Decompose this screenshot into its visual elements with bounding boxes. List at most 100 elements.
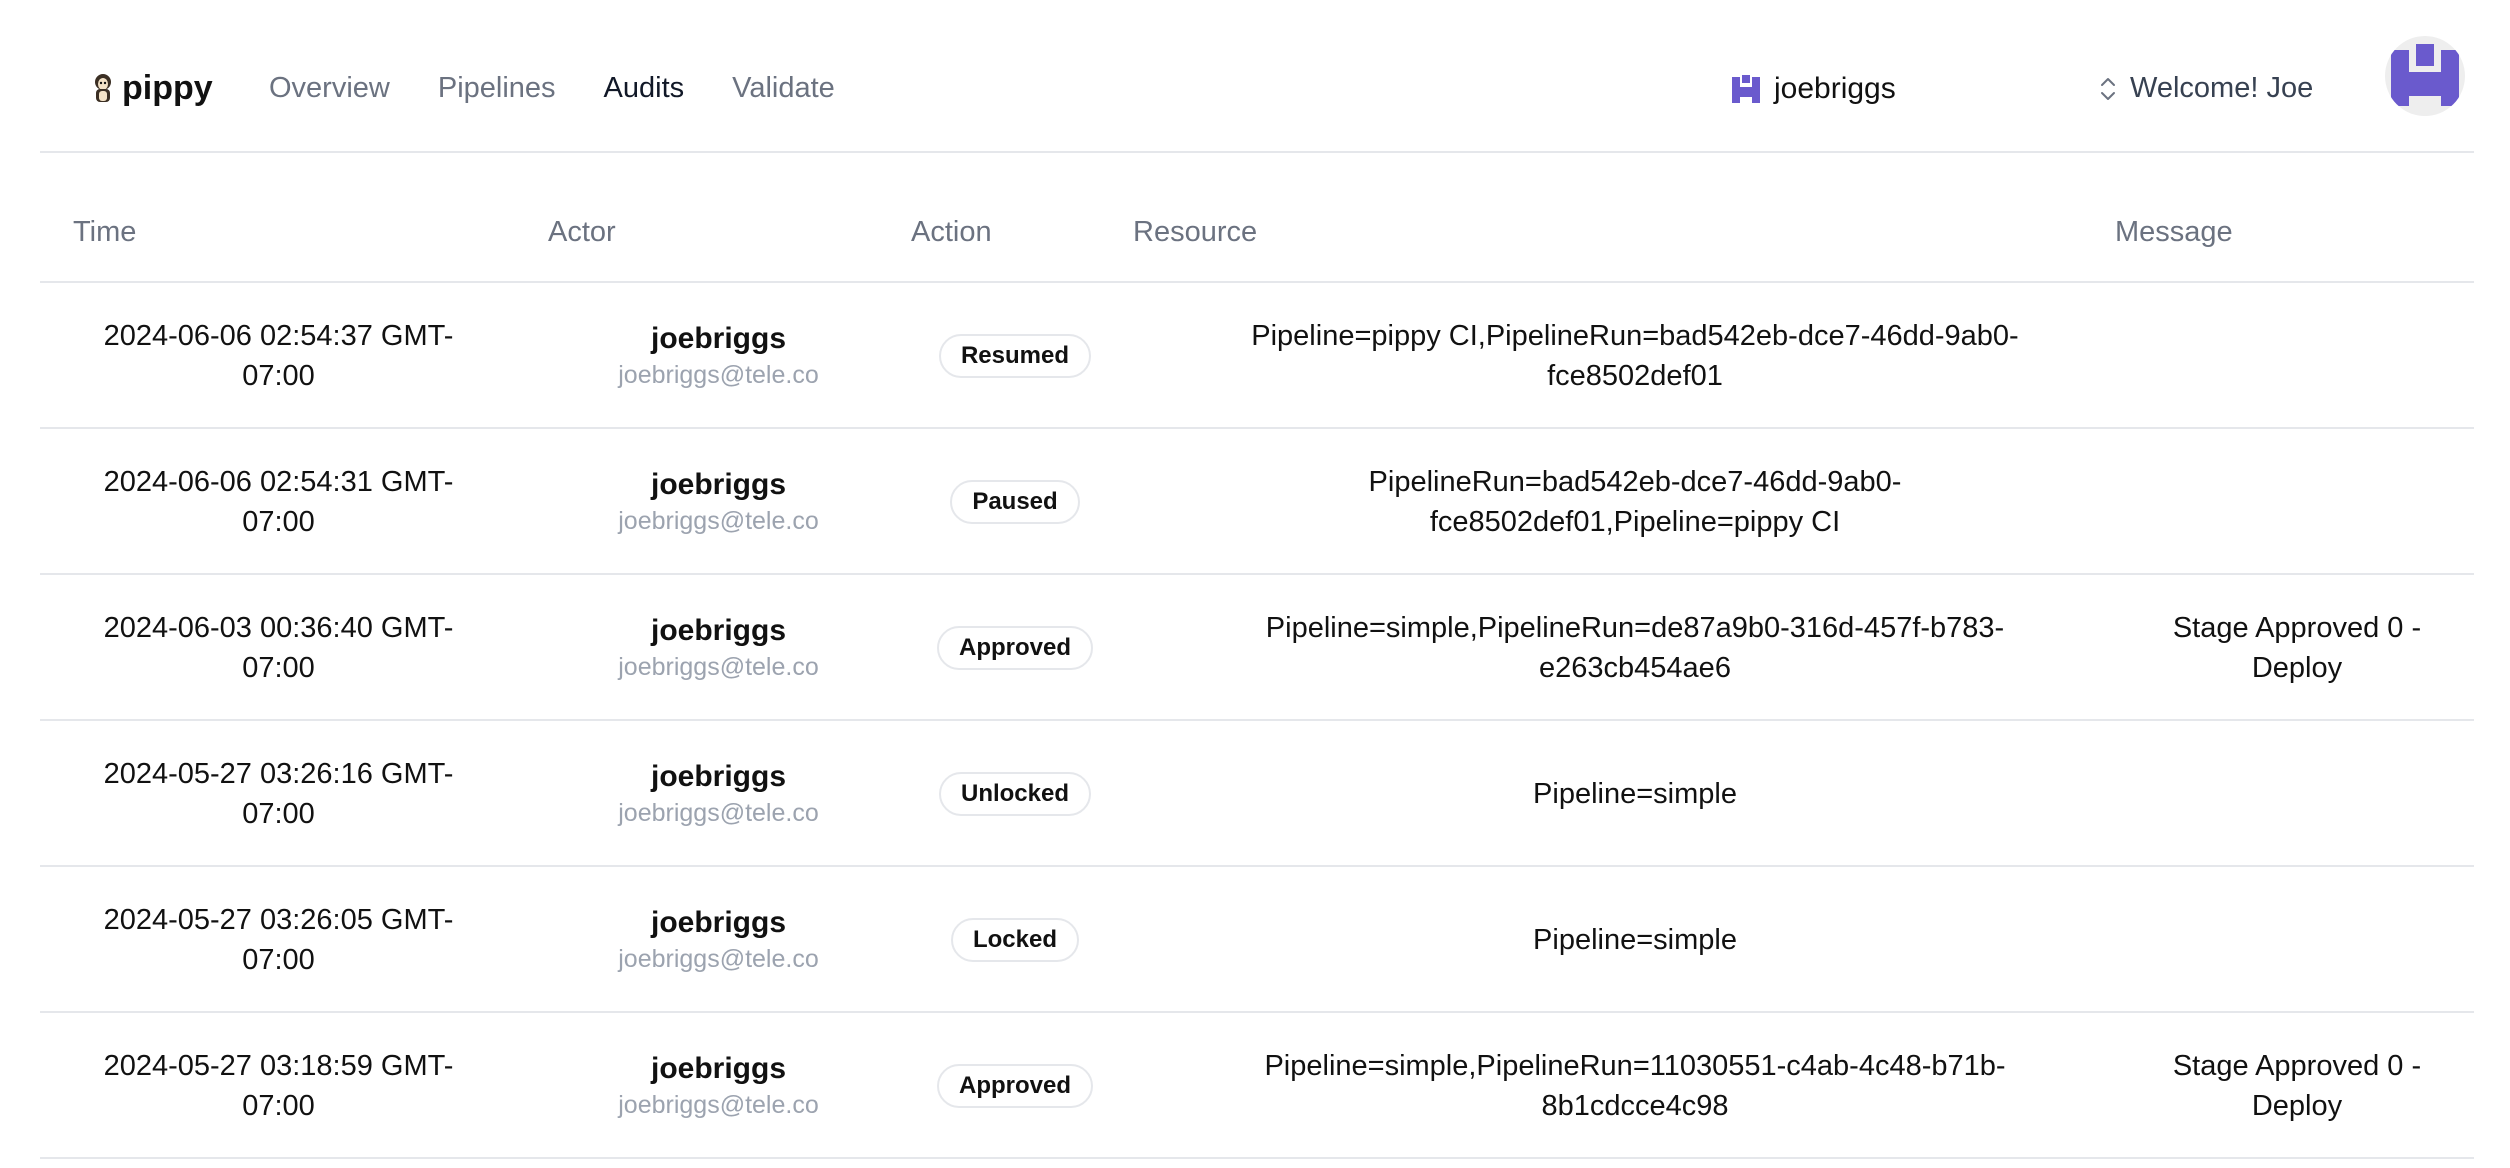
action-cell: Unlocked	[904, 721, 1126, 867]
message-line: Stage Approved 0 -	[2172, 1050, 2422, 1082]
nav-validate[interactable]: Validate	[732, 72, 835, 105]
action-badge: Unlocked	[938, 772, 1092, 816]
workspace-avatar-icon	[1732, 75, 1760, 103]
actor-email: joebriggs@tele.co	[618, 507, 819, 535]
message-line: Stage Approved 0 -	[2172, 612, 2422, 644]
time-line: 07:00	[242, 1090, 315, 1122]
time-line: 2024-05-27 03:18:59 GMT-	[103, 1050, 454, 1082]
workspace-name: joebriggs	[1774, 72, 1896, 105]
time-line: 07:00	[242, 506, 315, 538]
audits-table: Time Actor Action Resource Message 2024-…	[40, 153, 2474, 1159]
action-cell: Paused	[904, 429, 1126, 575]
time-line: 2024-06-03 00:36:40 GMT-	[103, 612, 454, 644]
resource-cell: Pipeline=simple	[1190, 721, 2080, 867]
audits-page: pippy Overview Pipelines Audits Validate…	[0, 0, 2510, 1168]
resource-line: e263cb454ae6	[1539, 652, 1731, 684]
user-avatar-icon	[2391, 44, 2459, 106]
actor-name: joebriggs	[650, 322, 786, 355]
time-line: 2024-06-06 02:54:37 GMT-	[103, 320, 454, 352]
time-line: 07:00	[242, 944, 315, 976]
table-row[interactable]: 2024-06-03 00:36:40 GMT- 07:00 joebriggs…	[40, 575, 2474, 721]
welcome-text: Welcome! Joe	[2130, 71, 2314, 104]
actor-cell: joebriggs joebriggs@tele.co	[513, 429, 924, 575]
time-line: 07:00	[242, 652, 315, 684]
nav-overview[interactable]: Overview	[269, 72, 390, 105]
header-action[interactable]: Action	[911, 216, 992, 249]
action-badge: Locked	[950, 918, 1080, 962]
chevron-up-down-icon	[2101, 78, 2115, 100]
actor-cell: joebriggs joebriggs@tele.co	[513, 575, 924, 721]
action-cell: Resumed	[904, 283, 1126, 429]
brand[interactable]: pippy	[92, 66, 213, 110]
nav-audits[interactable]: Audits	[604, 72, 685, 105]
table-row[interactable]: 2024-06-06 02:54:31 GMT- 07:00 joebriggs…	[40, 429, 2474, 575]
message-line: Deploy	[2251, 1090, 2343, 1122]
action-cell: Approved	[904, 1013, 1126, 1159]
resource-line: Pipeline=simple	[1533, 778, 1737, 810]
table-row[interactable]: 2024-06-06 02:54:37 GMT- 07:00 joebriggs…	[40, 283, 2474, 429]
header-message[interactable]: Message	[2115, 216, 2233, 249]
action-badge: Approved	[936, 1064, 1093, 1108]
brand-name: pippy	[122, 68, 213, 107]
actor-name: joebriggs	[650, 614, 786, 647]
actor-email: joebriggs@tele.co	[618, 1091, 819, 1119]
nav-pipelines[interactable]: Pipelines	[438, 72, 556, 105]
resource-cell: Pipeline=simple,PipelineRun=11030551-c4a…	[1190, 1013, 2080, 1159]
table-row[interactable]: 2024-05-27 03:26:05 GMT- 07:00 joebriggs…	[40, 867, 2474, 1013]
actor-name: joebriggs	[650, 468, 786, 501]
time-line: 07:00	[242, 798, 315, 830]
actor-email: joebriggs@tele.co	[618, 945, 819, 973]
actor-cell: joebriggs joebriggs@tele.co	[513, 867, 924, 1013]
time-line: 07:00	[242, 360, 315, 392]
table-row[interactable]: 2024-05-27 03:26:16 GMT- 07:00 joebriggs…	[40, 721, 2474, 867]
resource-line: Pipeline=simple	[1533, 924, 1737, 956]
actor-email: joebriggs@tele.co	[618, 799, 819, 827]
actor-name: joebriggs	[650, 1052, 786, 1085]
actor-cell: joebriggs joebriggs@tele.co	[513, 1013, 924, 1159]
resource-line: fce8502def01	[1547, 360, 1723, 392]
time-line: 2024-05-27 03:26:16 GMT-	[103, 758, 454, 790]
resource-cell: Pipeline=simple	[1190, 867, 2080, 1013]
workspace-selector[interactable]: joebriggs	[1730, 66, 2118, 112]
time-line: 2024-05-27 03:26:05 GMT-	[103, 904, 454, 936]
time-cell: 2024-06-03 00:36:40 GMT- 07:00	[60, 575, 497, 721]
actor-email: joebriggs@tele.co	[618, 361, 819, 389]
time-line: 2024-06-06 02:54:31 GMT-	[103, 466, 454, 498]
resource-line: PipelineRun=bad542eb-dce7-46dd-9ab0-	[1368, 466, 1902, 498]
actor-cell: joebriggs joebriggs@tele.co	[513, 721, 924, 867]
resource-cell: PipelineRun=bad542eb-dce7-46dd-9ab0- fce…	[1190, 429, 2080, 575]
message-cell: Stage Approved 0 - Deploy	[2120, 575, 2474, 721]
action-badge: Paused	[950, 480, 1080, 524]
header-actor[interactable]: Actor	[548, 216, 616, 249]
actor-email: joebriggs@tele.co	[618, 653, 819, 681]
top-navbar: pippy Overview Pipelines Audits Validate…	[40, 0, 2474, 153]
resource-line: Pipeline=simple,PipelineRun=de87a9b0-316…	[1265, 612, 2005, 644]
action-badge: Resumed	[938, 334, 1092, 378]
message-cell	[2120, 283, 2474, 429]
actor-name: joebriggs	[650, 760, 786, 793]
time-cell: 2024-05-27 03:26:16 GMT- 07:00	[60, 721, 497, 867]
table-header: Time Actor Action Resource Message	[40, 153, 2474, 283]
user-avatar[interactable]	[2385, 36, 2465, 116]
message-cell: Stage Approved 0 - Deploy	[2120, 1013, 2474, 1159]
resource-line: fce8502def01,Pipeline=pippy CI	[1429, 506, 1841, 538]
header-resource[interactable]: Resource	[1133, 216, 1257, 249]
time-cell: 2024-05-27 03:18:59 GMT- 07:00	[60, 1013, 497, 1159]
resource-line: 8b1cdcce4c98	[1541, 1090, 1729, 1122]
resource-cell: Pipeline=pippy CI,PipelineRun=bad542eb-d…	[1190, 283, 2080, 429]
table-row[interactable]: 2024-05-27 03:18:59 GMT- 07:00 joebriggs…	[40, 1013, 2474, 1159]
message-cell	[2120, 429, 2474, 575]
action-badge: Approved	[936, 626, 1093, 670]
time-cell: 2024-06-06 02:54:37 GMT- 07:00	[60, 283, 497, 429]
message-cell	[2120, 867, 2474, 1013]
resource-line: Pipeline=simple,PipelineRun=11030551-c4a…	[1264, 1050, 2006, 1082]
action-cell: Locked	[904, 867, 1126, 1013]
main-nav: Overview Pipelines Audits Validate	[269, 66, 883, 110]
header-time[interactable]: Time	[73, 216, 136, 249]
message-cell	[2120, 721, 2474, 867]
actor-cell: joebriggs joebriggs@tele.co	[513, 283, 924, 429]
pippy-logo-icon	[95, 74, 111, 102]
resource-line: Pipeline=pippy CI,PipelineRun=bad542eb-d…	[1251, 320, 2019, 352]
resource-cell: Pipeline=simple,PipelineRun=de87a9b0-316…	[1190, 575, 2080, 721]
message-line: Deploy	[2251, 652, 2343, 684]
